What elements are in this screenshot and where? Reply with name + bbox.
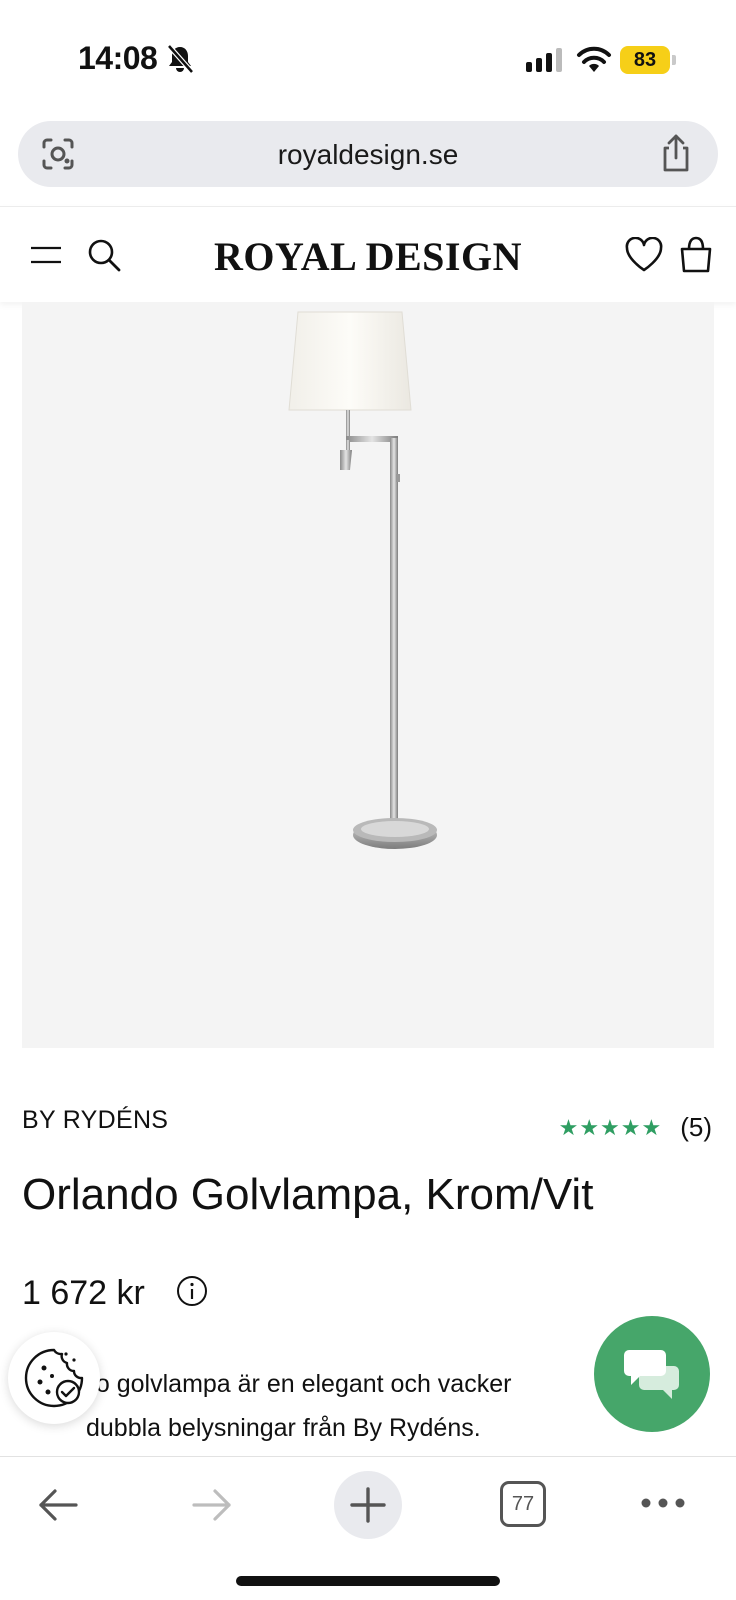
tab-switcher-button[interactable]: 77: [500, 1481, 546, 1527]
info-icon[interactable]: [176, 1275, 208, 1307]
description-line-1: do golvlampa är en elegant och vacker: [82, 1370, 512, 1398]
share-icon[interactable]: [658, 133, 694, 173]
forward-arrow-icon[interactable]: [190, 1483, 234, 1527]
wifi-icon: [577, 46, 611, 72]
signal-icon: [526, 48, 562, 72]
battery-indicator: 83: [620, 46, 670, 74]
status-time: 14:08: [78, 40, 158, 76]
heart-icon[interactable]: [624, 237, 664, 273]
cookie-icon: [24, 1348, 84, 1408]
chat-button[interactable]: [594, 1316, 710, 1432]
bag-icon[interactable]: [678, 235, 714, 275]
rating-stars: ★★★★★: [558, 1114, 663, 1140]
floor-lamp-image: [288, 311, 437, 849]
bell-slash-icon: [167, 44, 194, 74]
status-bar: 14:08 83: [0, 0, 736, 118]
address-bar[interactable]: royaldesign.se: [18, 121, 718, 187]
review-count: (5): [680, 1112, 712, 1142]
product-price: 1 672 kr: [22, 1274, 145, 1312]
product-image[interactable]: [22, 302, 714, 1048]
more-icon[interactable]: [640, 1495, 686, 1511]
description-line-2: dubbla belysningar från By Rydéns.: [86, 1414, 481, 1442]
plus-icon: [350, 1487, 386, 1523]
product-brand[interactable]: BY RYDÉNS: [22, 1106, 168, 1135]
home-indicator: [236, 1576, 500, 1586]
site-header: ROYAL DESIGN: [0, 206, 736, 302]
product-title: Orlando Golvlampa, Krom/Vit: [22, 1170, 594, 1219]
battery-cap: [672, 55, 676, 65]
new-tab-button[interactable]: [334, 1471, 402, 1539]
chat-icon: [624, 1350, 679, 1399]
cookie-settings-button[interactable]: [8, 1332, 100, 1424]
back-arrow-icon[interactable]: [36, 1483, 80, 1527]
address-text[interactable]: royaldesign.se: [18, 139, 718, 171]
product-rating[interactable]: ★★★★★ (5): [559, 1112, 712, 1143]
